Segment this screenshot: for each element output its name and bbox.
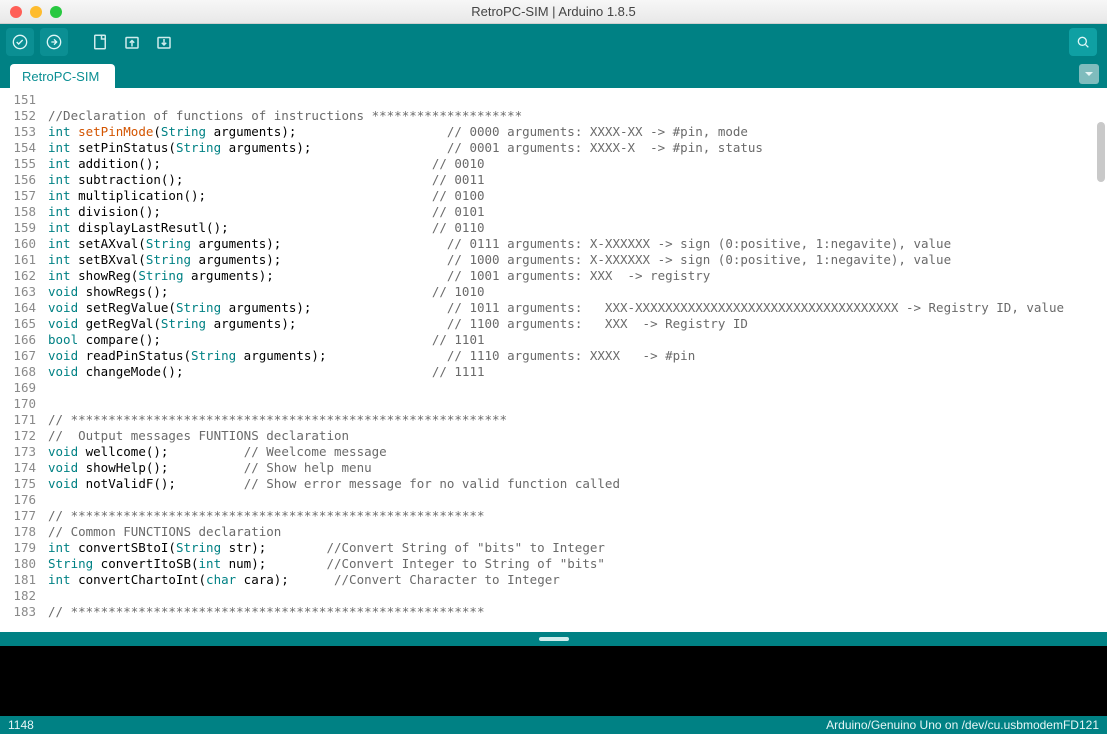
save-button[interactable] [150,28,178,56]
tab-sketch[interactable]: RetroPC-SIM [10,64,115,88]
code-area[interactable]: //Declaration of functions of instructio… [42,88,1107,632]
window-controls [10,6,62,18]
maximize-icon[interactable] [50,6,62,18]
toolbar [0,24,1107,60]
window-title: RetroPC-SIM | Arduino 1.8.5 [0,4,1107,19]
status-board-port: Arduino/Genuino Uno on /dev/cu.usbmodemF… [826,718,1099,732]
titlebar: RetroPC-SIM | Arduino 1.8.5 [0,0,1107,24]
line-gutter: 151 152 153 154 155 156 157 158 159 160 … [0,88,42,632]
verify-button[interactable] [6,28,34,56]
tab-menu-button[interactable] [1079,64,1099,84]
tab-bar: RetroPC-SIM [0,60,1107,88]
grip-icon [539,637,569,641]
console-output[interactable] [0,646,1107,716]
open-button[interactable] [118,28,146,56]
close-icon[interactable] [10,6,22,18]
minimize-icon[interactable] [30,6,42,18]
new-button[interactable] [86,28,114,56]
scrollbar-thumb[interactable] [1097,122,1105,182]
status-bar: 1148 Arduino/Genuino Uno on /dev/cu.usbm… [0,716,1107,734]
scrollbar[interactable] [1097,92,1105,628]
code-editor[interactable]: 151 152 153 154 155 156 157 158 159 160 … [0,88,1107,632]
tab-label: RetroPC-SIM [22,69,99,84]
panel-divider[interactable] [0,632,1107,646]
serial-monitor-button[interactable] [1069,28,1097,56]
status-line-number: 1148 [8,718,34,732]
upload-button[interactable] [40,28,68,56]
